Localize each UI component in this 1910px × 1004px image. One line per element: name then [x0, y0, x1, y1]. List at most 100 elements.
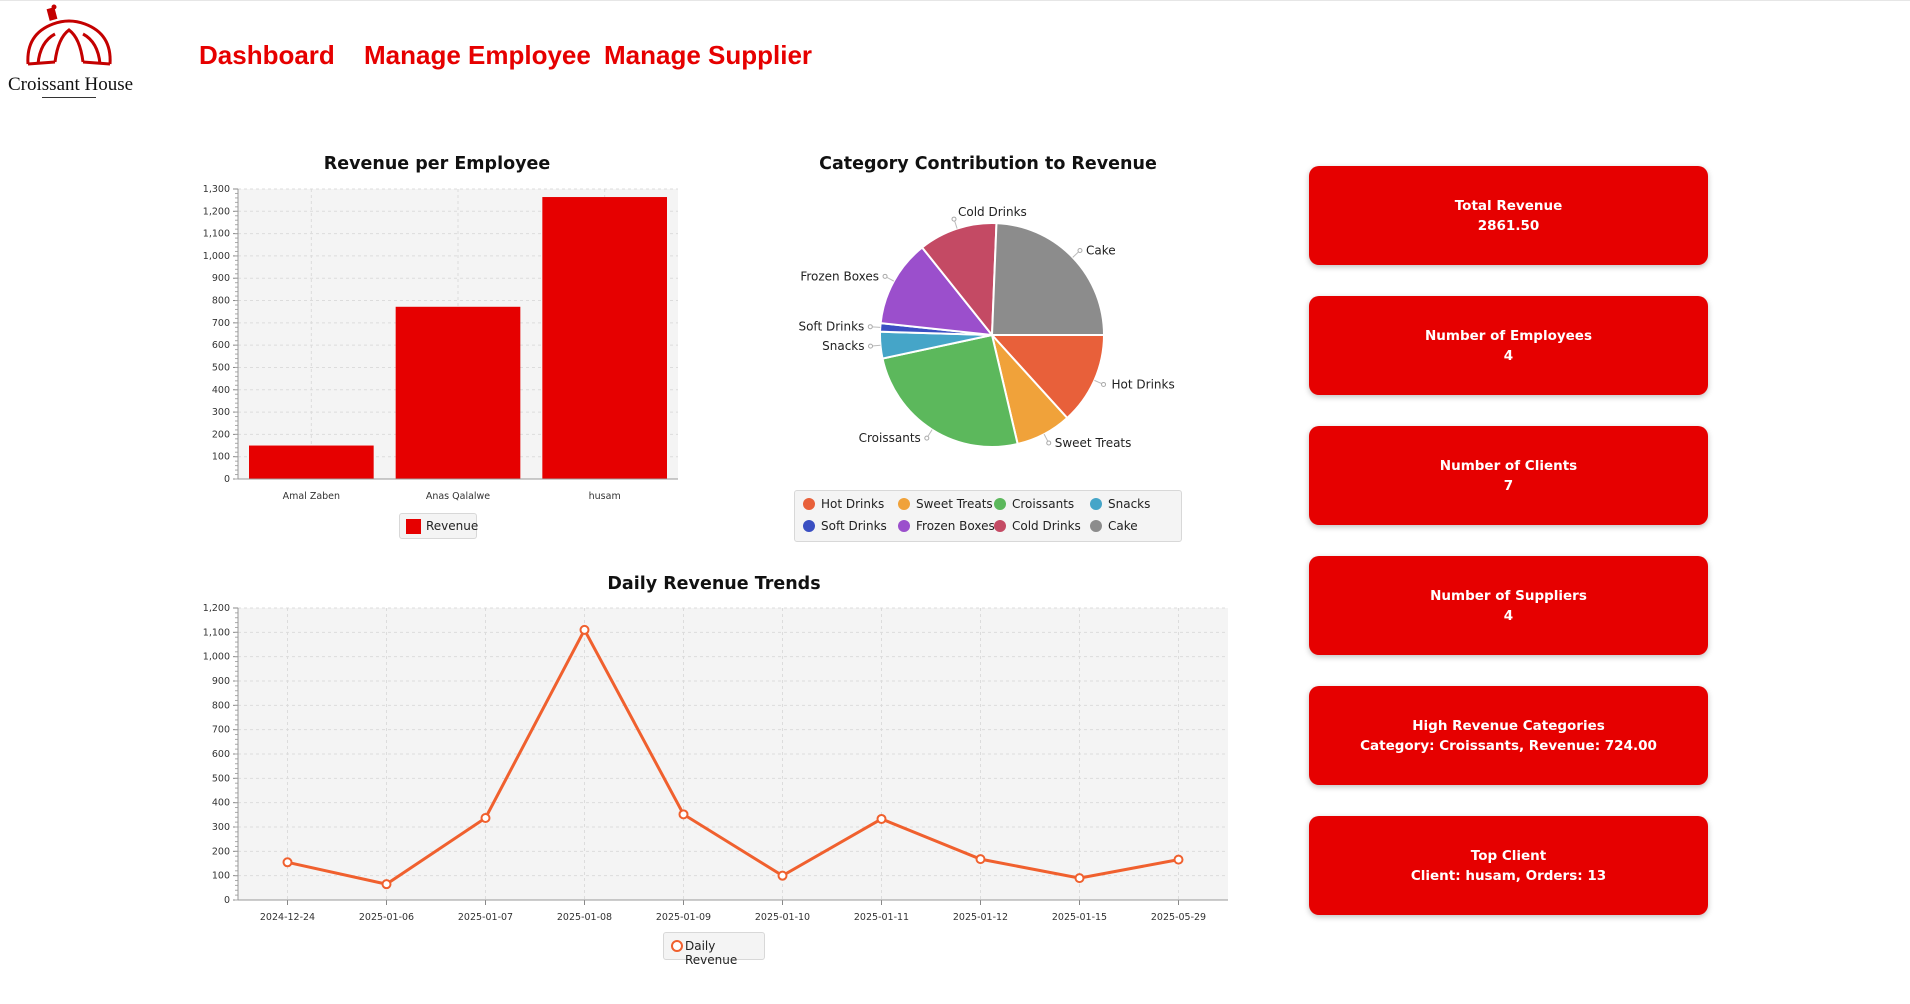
line-point-2025-01-15[interactable] [1074, 873, 1085, 884]
bar-y-tick-label: 100 [212, 452, 230, 463]
bar-y-tick-label: 500 [212, 362, 230, 373]
line-y-tick-label: 1,100 [203, 627, 230, 638]
bar-chart: 0 100 200 300 400 500 600 700 800 900 1,000 1,100 1,… [203, 184, 678, 502]
line-chart-legend: Daily Revenue [663, 932, 765, 967]
pie-label: Snacks [822, 339, 864, 353]
pie-chart: Hot Drinks Sweet Treats Croissants Snacks So… [798, 205, 1175, 450]
bar-y-tick-label: 1,000 [203, 251, 230, 262]
line-x-tick-label: 2025-01-08 [557, 912, 612, 923]
line-x-tick-label: 2025-01-09 [656, 912, 711, 923]
line-point-2025-01-12[interactable] [975, 854, 986, 865]
pie-label: Cake [1086, 243, 1116, 257]
nav-dashboard[interactable]: Dashboard [199, 40, 335, 71]
legend-dot [994, 498, 1006, 510]
legend-label: Croissants [1012, 497, 1075, 511]
card-label: Number of Clients [1439, 457, 1578, 474]
line-x-tick-label: 2024-12-24 [260, 912, 315, 923]
line-y-tick-label: 500 [212, 773, 230, 784]
nav-manage-supplier[interactable]: Manage Supplier [604, 40, 812, 71]
legend-label-revenue: Revenue [426, 519, 479, 533]
bar-amal-zaben[interactable] [249, 445, 374, 479]
pie-label: Cold Drinks [958, 205, 1027, 219]
line-point-2025-01-07[interactable] [480, 812, 491, 823]
nav-manage-employee[interactable]: Manage Employee [364, 40, 591, 71]
bar-husam[interactable] [542, 197, 667, 479]
line-x-tick-label: 2025-01-06 [359, 912, 414, 923]
card-label: Number of Suppliers [1430, 587, 1587, 604]
line-x-tick-label: 2025-01-10 [755, 912, 810, 923]
line-point-2024-12-24[interactable] [282, 857, 293, 868]
card-top-client[interactable]: Top Client Client: husam, Orders: 13 [1309, 816, 1708, 915]
bar-y-tick-label: 800 [212, 296, 230, 307]
line-point-2025-01-06[interactable] [381, 879, 392, 890]
legend-dot [898, 520, 910, 532]
line-x-tick-label: 2025-05-29 [1151, 912, 1206, 923]
croissant-logo-icon [26, 4, 112, 66]
card-high-revenue-categories[interactable]: High Revenue Categories Category: Croiss… [1309, 686, 1708, 785]
legend-item-cold-drinks: Cold Drinks [994, 519, 1081, 533]
line-y-tick-label: 100 [212, 871, 230, 882]
line-point-2025-01-08[interactable] [579, 624, 590, 635]
legend-label: Hot Drinks [821, 497, 885, 511]
legend-swatch-revenue [406, 519, 421, 534]
card-total-revenue[interactable]: Total Revenue 2861.50 [1309, 166, 1708, 265]
card-number-of-clients[interactable]: Number of Clients 7 [1309, 426, 1708, 525]
legend-dot [1090, 520, 1102, 532]
pie-label: Hot Drinks [1112, 377, 1175, 391]
logo-underline [42, 97, 96, 98]
bar-y-tick-label: 200 [212, 429, 230, 440]
line-y-tick-label: 300 [212, 822, 230, 833]
card-label: Number of Employees [1424, 327, 1592, 344]
legend-label: Cold Drinks [1012, 519, 1081, 533]
legend-label: Sweet Treats [916, 497, 993, 511]
line-x-tick-label: 2025-01-07 [458, 912, 513, 923]
pie-slice-cake[interactable] [990, 222, 1106, 336]
bar-anas-qalalwe[interactable] [395, 306, 521, 479]
legend-label: Snacks [1108, 497, 1151, 511]
pie-label-marker [1077, 247, 1083, 253]
legend-label: Soft Drinks [821, 519, 887, 533]
line-point-2025-01-09[interactable] [678, 809, 689, 820]
pie-label: Frozen Boxes [800, 269, 879, 283]
line-chart: 0 100 200 300 400 500 600 700 800 900 1,000 1,100 1,… [203, 603, 1228, 923]
legend-item-hot-drinks: Hot Drinks [803, 497, 884, 511]
card-value: 4 [1503, 347, 1514, 364]
card-label: High Revenue Categories [1412, 717, 1605, 734]
bar-y-tick-label: 1,100 [203, 229, 230, 240]
legend-item-croissants: Croissants [994, 497, 1074, 511]
line-y-tick-label: 800 [212, 700, 230, 711]
legend-marker-daily-revenue [671, 940, 683, 952]
line-point-2025-01-11[interactable] [876, 813, 887, 824]
bar-y-tick-label: 0 [224, 474, 230, 485]
line-point-2025-05-29[interactable] [1173, 854, 1184, 865]
legend-item-cake: Cake [1090, 519, 1138, 533]
legend-dot [898, 498, 910, 510]
line-y-tick-label: 1,000 [203, 652, 230, 663]
line-chart-title: Daily Revenue Trends [607, 574, 821, 594]
legend-item-soft-drinks: Soft Drinks [803, 519, 887, 533]
pie-label-marker [1046, 440, 1052, 446]
card-number-of-suppliers[interactable]: Number of Suppliers 4 [1309, 556, 1708, 655]
line-point-2025-01-10[interactable] [777, 870, 788, 881]
card-label: Top Client [1470, 847, 1547, 864]
line-y-tick-label: 0 [224, 895, 230, 906]
card-value: 7 [1503, 477, 1514, 494]
pie-label-marker [924, 435, 930, 441]
bar-x-tick-label: husam [589, 491, 621, 502]
legend-item-snacks: Snacks [1090, 497, 1150, 511]
card-number-of-employees[interactable]: Number of Employees 4 [1309, 296, 1708, 395]
card-label: Total Revenue [1454, 197, 1563, 214]
bar-y-tick-label: 900 [212, 273, 230, 284]
legend-dot [994, 520, 1006, 532]
card-value: 4 [1503, 607, 1514, 624]
legend-item-sweet-treats: Sweet Treats [898, 497, 993, 511]
logo-text: Croissant House [8, 74, 134, 95]
line-y-tick-label: 700 [212, 725, 230, 736]
bar-y-tick-label: 300 [212, 407, 230, 418]
line-y-tick-label: 900 [212, 676, 230, 687]
legend-dot [803, 520, 815, 532]
bar-y-tick-label: 600 [212, 340, 230, 351]
top-border [0, 0, 1910, 1]
brand-logo: Croissant House [8, 4, 134, 100]
pie-label-marker [867, 324, 873, 330]
